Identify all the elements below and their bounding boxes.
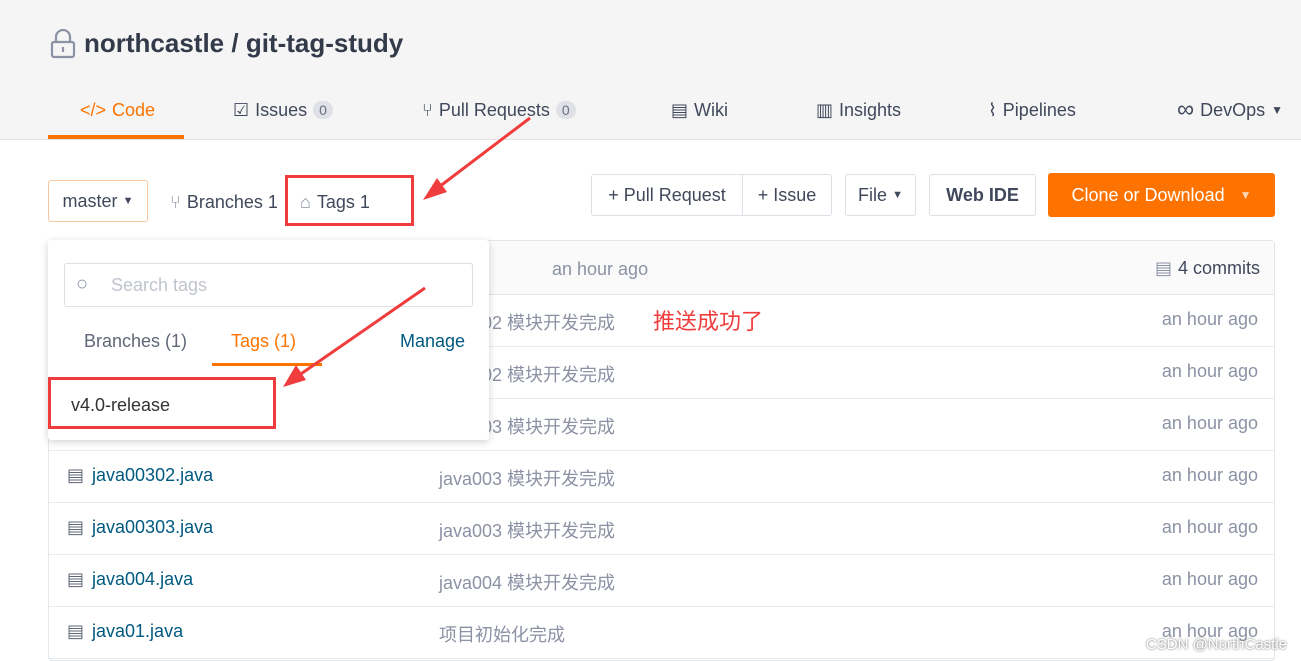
watermark: CSDN @NorthCastle bbox=[1145, 636, 1287, 653]
annotation-arrows bbox=[283, 116, 531, 387]
arrow-line bbox=[434, 116, 531, 192]
annotation-note: 推送成功了 bbox=[653, 309, 764, 334]
arrow-head bbox=[423, 178, 447, 200]
arrow-head bbox=[283, 365, 306, 387]
arrow-line bbox=[294, 286, 426, 380]
